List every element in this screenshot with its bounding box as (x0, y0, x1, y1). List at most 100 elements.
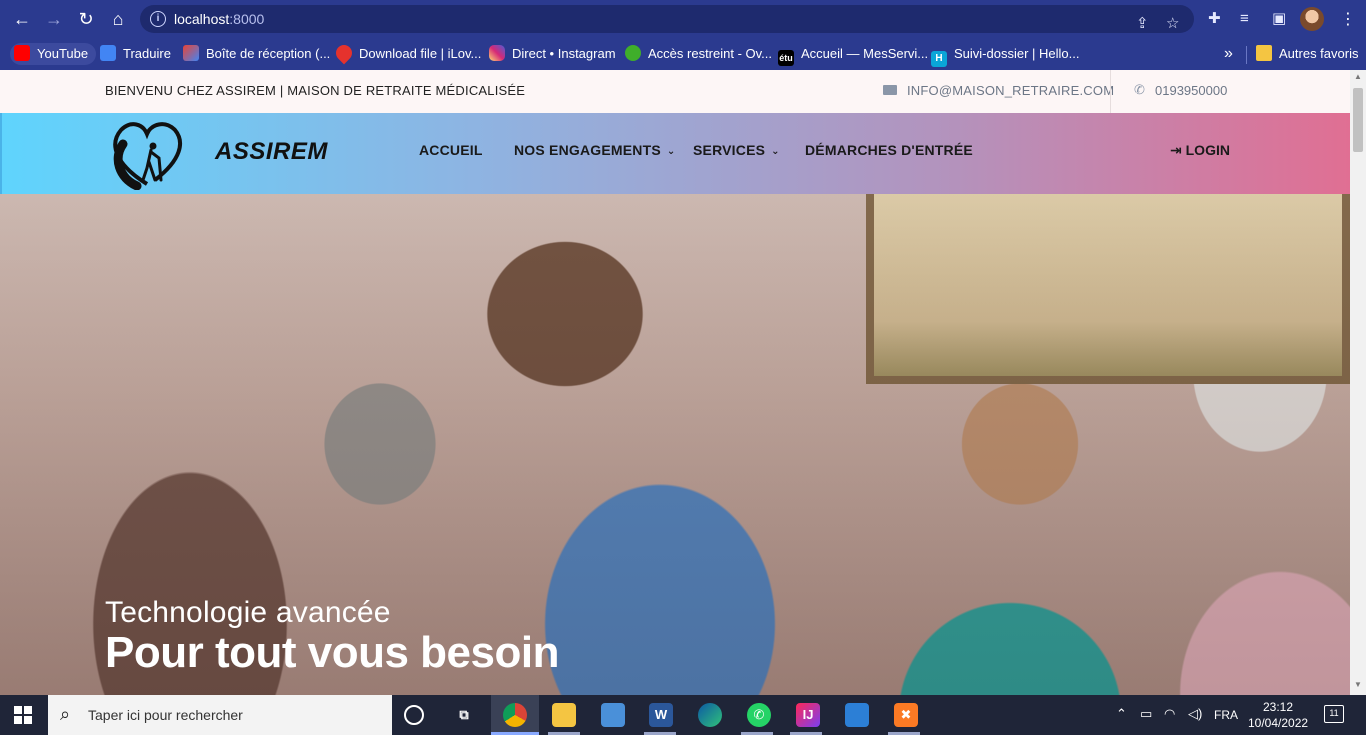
desktop-app-icon[interactable] (601, 703, 625, 727)
wifi-icon[interactable]: ◠ (1164, 706, 1175, 722)
login-label: LOGIN (1185, 142, 1230, 158)
chevron-down-icon: ⌄ (666, 146, 676, 157)
bookmark-label: Direct • Instagram (512, 46, 616, 61)
bookmark-star-icon[interactable]: ☆ (1166, 14, 1179, 34)
nav-label: NOS ENGAGEMENTS (514, 142, 661, 158)
bookmark-label: Accueil — MesServi... (801, 46, 929, 61)
taskbar-search[interactable]: ⌕ Taper ici pour rechercher (48, 695, 392, 735)
page-scrollbar[interactable]: ▲ ▼ (1350, 70, 1366, 695)
hero-subtitle: Technologie avancée (105, 596, 391, 629)
search-icon: ⌕ (60, 704, 71, 724)
login-button[interactable]: ⇥ LOGIN (1170, 142, 1230, 159)
welcome-text: BIENVENU CHEZ ASSIREM | MAISON DE RETRAI… (105, 83, 526, 98)
intellij-icon[interactable]: IJ (796, 703, 820, 727)
notification-center-icon[interactable]: 11 (1324, 705, 1344, 723)
share-icon[interactable]: ⇪ (1136, 14, 1149, 34)
bookmark-acces-restreint[interactable]: Accès restreint - Ov... (625, 43, 772, 65)
gmail-icon (183, 45, 199, 61)
photos-icon[interactable] (845, 703, 869, 727)
clock-date: 10/04/2022 (1248, 716, 1309, 730)
bookmark-gmail[interactable]: Boîte de réception (... (183, 43, 330, 65)
hellowork-icon: H (931, 51, 947, 67)
file-explorer-icon[interactable] (552, 703, 576, 727)
address-bar[interactable]: i localhost:8000 ⇪ ☆ (140, 5, 1194, 33)
hero-banner: Technologie avancée Pour tout vous besoi… (0, 194, 1350, 695)
battery-icon[interactable]: ▭ (1140, 706, 1152, 722)
nav-services[interactable]: SERVICES ⌄ (693, 142, 780, 158)
nav-label: DÉMARCHES D'ENTRÉE (805, 142, 973, 158)
nav-nos-engagements[interactable]: NOS ENGAGEMENTS ⌄ (514, 142, 676, 158)
nav-label: ACCUEIL (419, 142, 483, 158)
bookmark-label: Suivi-dossier | Hello... (954, 46, 1080, 61)
nav-demarches[interactable]: DÉMARCHES D'ENTRÉE (805, 142, 973, 158)
taskbar-search-placeholder: Taper ici pour rechercher (88, 707, 243, 723)
chevron-up-icon[interactable]: ⌃ (1116, 706, 1127, 722)
bookmarks-divider (1246, 46, 1247, 64)
reload-icon[interactable]: ↻ (74, 7, 98, 31)
task-view-icon[interactable]: ⧉ (452, 703, 476, 727)
side-panel-icon[interactable]: ▣ (1272, 9, 1286, 29)
whatsapp-icon[interactable]: ✆ (747, 703, 771, 727)
bookmark-traduire[interactable]: Traduire (100, 43, 171, 65)
bookmark-instagram[interactable]: Direct • Instagram (489, 43, 616, 65)
top-info-bar: BIENVENU CHEZ ASSIREM | MAISON DE RETRAI… (0, 70, 1350, 113)
nav-label: SERVICES (693, 142, 766, 158)
bookmark-suivi-dossier[interactable]: H Suivi-dossier | Hello... (931, 43, 1080, 67)
contact-email[interactable]: INFO@MAISON_RETRAIRE.COM (907, 83, 1114, 98)
etu-icon: étu (778, 50, 794, 66)
chrome-icon[interactable] (503, 703, 527, 727)
scroll-down-icon[interactable]: ▼ (1354, 680, 1362, 689)
ilovepdf-icon (332, 41, 356, 65)
clock-time: 23:12 (1262, 700, 1294, 714)
bookmark-label: Download file | iLov... (359, 46, 482, 61)
assirem-logo[interactable] (107, 118, 187, 190)
bookmarks-bar: YouTube Traduire Boîte de réception (...… (0, 38, 1366, 70)
browser-menu-icon[interactable]: ⋮ (1340, 9, 1356, 29)
home-icon[interactable]: ⌂ (106, 7, 130, 31)
address-row: ← → ↻ ⌂ i localhost:8000 ⇪ ☆ ✚ ≡ ▣ ⋮ (0, 0, 1366, 38)
topbar-divider (1110, 70, 1111, 113)
nav-accueil[interactable]: ACCUEIL (419, 142, 483, 158)
bookmark-label: YouTube (37, 46, 89, 61)
brand-name[interactable]: ASSIREM (215, 138, 328, 166)
main-navbar: ASSIREM ACCUEIL NOS ENGAGEMENTS ⌄ SERVICE… (0, 113, 1350, 194)
url-host: localhost (174, 11, 230, 27)
more-bookmarks-icon[interactable]: » (1224, 45, 1233, 63)
bookmark-ilovepdf[interactable]: Download file | iLov... (332, 41, 482, 65)
chevron-down-icon: ⌄ (771, 146, 780, 157)
url-text[interactable]: localhost:8000 (174, 11, 264, 27)
windows-start-icon[interactable] (14, 706, 32, 724)
other-bookmarks-label: Autres favoris (1279, 46, 1359, 61)
scroll-up-icon[interactable]: ▲ (1354, 72, 1362, 81)
profile-avatar[interactable] (1300, 7, 1324, 31)
cortana-icon[interactable] (404, 705, 424, 725)
language-indicator[interactable]: FRA (1214, 708, 1238, 722)
url-port: :8000 (229, 11, 265, 27)
hero-title: Pour tout vous besoin (105, 628, 559, 677)
instagram-icon (489, 45, 505, 61)
site-info-icon[interactable]: i (150, 11, 166, 27)
windows-taskbar: ⌕ Taper ici pour rechercher ⧉ W ✆ IJ ✖ ⌃… (0, 695, 1366, 735)
bookmark-label: Accès restreint - Ov... (648, 46, 773, 61)
youtube-icon (14, 45, 30, 61)
other-bookmarks[interactable]: Autres favoris (1256, 43, 1358, 65)
scrollbar-thumb[interactable] (1353, 88, 1363, 152)
edge-icon[interactable] (698, 703, 722, 727)
back-icon[interactable]: ← (10, 7, 34, 31)
bookmark-label: Traduire (123, 46, 171, 61)
envelope-icon (883, 85, 897, 95)
reading-list-icon[interactable]: ≡ (1240, 9, 1249, 29)
contact-phone[interactable]: 0193950000 (1155, 83, 1227, 98)
bookmark-messervices[interactable]: étu Accueil — MesServi... (778, 43, 929, 66)
leaf-icon (625, 45, 641, 61)
forward-icon[interactable]: → (42, 7, 66, 31)
web-page: BIENVENU CHEZ ASSIREM | MAISON DE RETRAI… (0, 70, 1350, 695)
bookmark-youtube[interactable]: YouTube (10, 43, 97, 65)
xampp-icon[interactable]: ✖ (894, 703, 918, 727)
notification-count: 11 (1329, 708, 1339, 718)
word-icon[interactable]: W (649, 703, 673, 727)
volume-icon[interactable]: ◁) (1188, 706, 1202, 722)
extensions-icon[interactable]: ✚ (1208, 9, 1221, 29)
folder-icon (1256, 45, 1272, 61)
system-clock[interactable]: 23:12 10/04/2022 (1248, 699, 1308, 731)
